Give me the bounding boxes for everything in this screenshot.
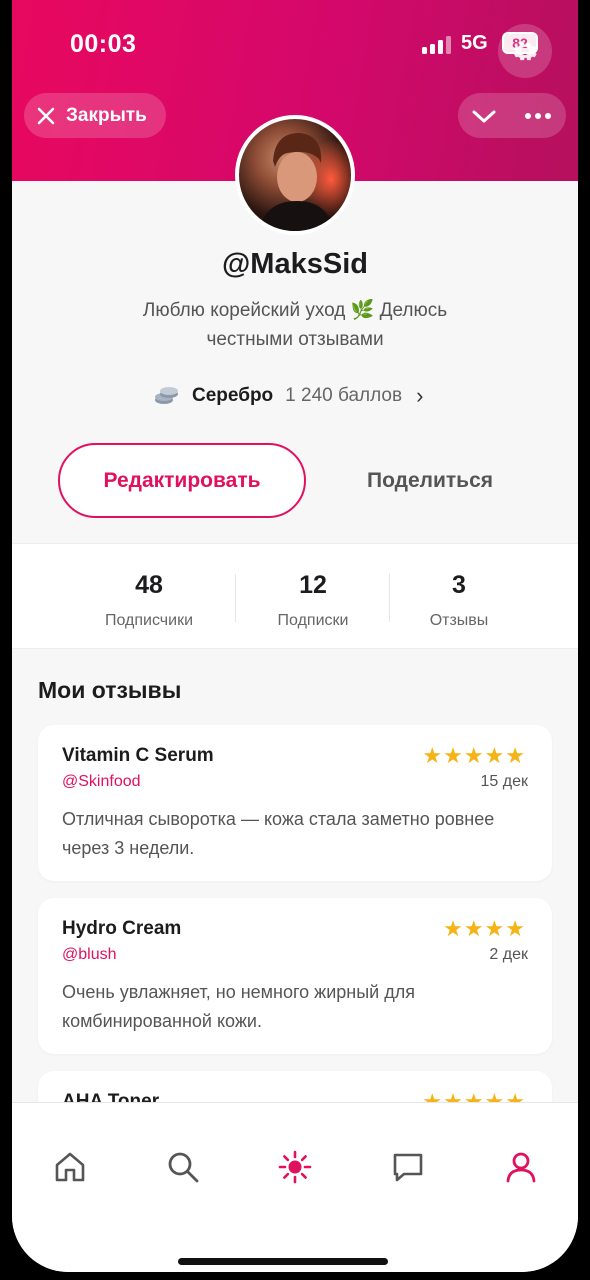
chevron-right-icon: › xyxy=(416,383,424,408)
review-date: 15 дек xyxy=(480,773,528,790)
more-options-icon[interactable] xyxy=(522,104,554,128)
review-card[interactable]: Vitamin C Serum @Skinfood ★★★★★ 15 дек О… xyxy=(38,725,552,881)
avatar[interactable] xyxy=(235,115,355,235)
level-points: 1 240 баллов xyxy=(285,385,403,406)
stat-divider xyxy=(389,574,390,622)
chevron-down-icon[interactable] xyxy=(470,104,498,128)
phone-frame: 00:03 5G 82 Закрыть @MaksSid Люблю корей… xyxy=(0,0,590,1280)
loyalty-level[interactable]: Серебро 1 240 баллов › xyxy=(154,381,423,411)
review-rating-stars: ★★★★ xyxy=(443,916,526,941)
review-rating-stars: ★★★★★ xyxy=(422,743,526,768)
stat-value: 48 xyxy=(135,571,163,599)
network-label: 5G xyxy=(461,32,488,54)
home-indicator[interactable] xyxy=(178,1258,388,1265)
stat-label: Отзывы xyxy=(429,612,489,629)
profile-username: @MaksSid xyxy=(222,248,368,280)
stat-following[interactable]: 12 Подписки xyxy=(262,544,364,650)
signal-icon xyxy=(422,36,452,54)
stat-value: 3 xyxy=(452,571,466,599)
profile-icon[interactable] xyxy=(503,1149,539,1185)
avatar-photo xyxy=(259,133,335,231)
stat-label: Подписчики xyxy=(104,612,193,629)
review-brand[interactable]: @blush xyxy=(62,946,117,964)
home-icon[interactable] xyxy=(52,1149,88,1185)
stat-followers[interactable]: 48 Подписчики xyxy=(88,544,210,650)
review-text: Очень увлажняет, но немного жирный для к… xyxy=(62,982,415,1031)
status-time: 00:03 xyxy=(70,30,137,58)
profile-stats: 48 Подписчики 12 Подписки 3 Отзывы xyxy=(12,543,578,649)
review-date: 2 дек xyxy=(489,946,528,963)
bottom-tab-bar xyxy=(12,1102,578,1272)
edit-profile-button[interactable]: Редактировать xyxy=(58,443,306,518)
sun-icon[interactable] xyxy=(277,1149,313,1185)
stat-reviews[interactable]: 3 Отзывы xyxy=(416,544,502,650)
search-icon[interactable] xyxy=(165,1149,201,1185)
review-product-title: Hydro Cream xyxy=(62,918,182,939)
chat-icon[interactable] xyxy=(390,1149,426,1185)
review-product-title: Vitamin C Serum xyxy=(62,745,214,766)
reviews-section-title: Мои отзывы xyxy=(38,677,182,703)
stat-divider xyxy=(235,574,236,622)
stat-label: Подписки xyxy=(277,612,349,629)
profile-bio: Люблю корейский уход 🌿 Делюсь честными о… xyxy=(142,300,448,350)
coins-icon xyxy=(155,387,178,404)
review-text: Отличная сыворотка — кожа стала заметно … xyxy=(62,809,495,858)
review-card[interactable]: Hydro Cream @blush ★★★★ 2 дек Очень увла… xyxy=(38,898,552,1054)
close-button[interactable]: Закрыть xyxy=(24,93,166,138)
screen: 00:03 5G 82 Закрыть @MaksSid Люблю корей… xyxy=(12,0,578,1272)
close-icon xyxy=(37,107,55,124)
review-brand[interactable]: @Skinfood xyxy=(62,773,141,791)
header-actions xyxy=(458,93,566,138)
stat-value: 12 xyxy=(299,571,327,599)
close-button-label: Закрыть xyxy=(66,104,147,126)
share-profile-button[interactable]: Поделиться xyxy=(330,443,530,518)
settings-gear-icon[interactable] xyxy=(498,24,552,78)
level-name: Серебро xyxy=(192,385,274,406)
